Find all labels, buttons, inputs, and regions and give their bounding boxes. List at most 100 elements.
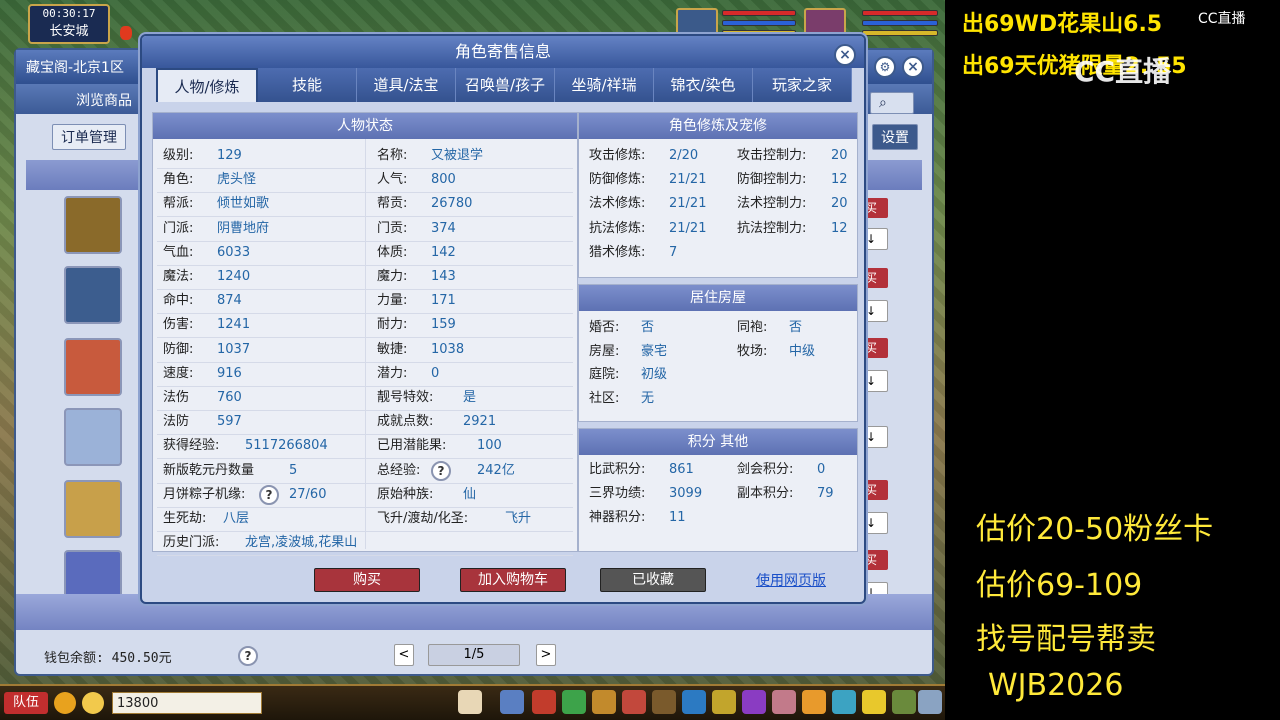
quest-icon[interactable] — [682, 690, 706, 714]
give-icon[interactable] — [562, 690, 586, 714]
item-thumb-5[interactable] — [64, 480, 122, 538]
add-to-cart-button[interactable]: 加入购物车 — [460, 568, 566, 592]
info-value: 26780 — [431, 196, 473, 212]
info-row: 攻击控制力: 20 — [737, 147, 848, 165]
info-key: 已用潜能果: — [377, 438, 447, 454]
info-value: 倾世如歌 — [217, 196, 270, 212]
dialog-close-icon[interactable]: × — [834, 44, 856, 66]
team-button[interactable]: 队伍 — [4, 692, 48, 714]
item-thumb-1[interactable] — [64, 196, 122, 254]
info-key: 抗法控制力: — [737, 220, 807, 236]
info-value: 21/21 — [669, 220, 707, 236]
map-icon[interactable] — [892, 690, 916, 714]
nav-browse[interactable]: 浏览商品 — [76, 93, 132, 109]
info-row: 气血: 6033 — [163, 244, 363, 262]
info-value: 中级 — [789, 343, 816, 359]
info-value: 飞升 — [505, 511, 532, 526]
info-value: 100 — [477, 438, 502, 454]
order-mgmt-button[interactable]: 订单管理 — [52, 124, 126, 150]
tab-home[interactable]: 玩家之家 — [753, 68, 852, 102]
overlay-note-3: 找号配号帮卖 — [976, 622, 1156, 657]
info-value: 27/60 — [289, 486, 327, 502]
help-icon[interactable]: ? — [431, 460, 451, 481]
info-row: 伤害: 1241 — [163, 316, 363, 334]
shop-icon[interactable] — [802, 690, 826, 714]
shop-close-icon[interactable]: × — [902, 56, 924, 78]
smile-icon[interactable] — [862, 690, 886, 714]
pet-hp-bar — [722, 10, 796, 16]
info-key: 体质: — [377, 244, 408, 260]
status-box: 人物状态 级别: 129 角色: 虎头怪 帮派: 倾世如歌 门派: 阴曹地府 气血: 6033 魔法… — [152, 112, 578, 557]
trade-icon[interactable] — [592, 690, 616, 714]
attack-icon[interactable] — [500, 690, 524, 714]
shop-gear-icon[interactable]: ⚙ — [874, 56, 896, 78]
bag-icon[interactable] — [532, 690, 556, 714]
friends-icon[interactable] — [772, 690, 796, 714]
settings-icon[interactable] — [918, 690, 942, 714]
info-key: 牧场: — [737, 343, 768, 359]
info-value: 374 — [431, 220, 456, 236]
info-key: 比武积分: — [589, 462, 646, 477]
info-value: 1038 — [431, 341, 465, 357]
info-value: 861 — [669, 462, 694, 477]
info-row: 角色: 虎头怪 — [163, 171, 363, 189]
info-value: 1037 — [217, 341, 251, 357]
info-key: 三界功绩: — [589, 486, 646, 501]
info-row: 猎术修炼: 7 — [589, 244, 677, 262]
tab-mounts[interactable]: 坐骑/祥瑞 — [555, 68, 654, 102]
info-value: 阴曹地府 — [217, 220, 270, 236]
chat-icon[interactable] — [82, 692, 104, 714]
search-icon[interactable]: ⌕ — [870, 92, 914, 114]
tab-pets[interactable]: 召唤兽/孩子 — [456, 68, 555, 102]
player-mp-bar — [862, 20, 938, 26]
web-version-link[interactable]: 使用网页版 — [756, 570, 826, 590]
help-icon[interactable]: ? — [259, 484, 279, 505]
info-row: 命中: 874 — [163, 292, 363, 310]
info-value: 又被退学 — [431, 148, 484, 163]
info-key: 防御修炼: — [589, 172, 646, 188]
skill-icon[interactable] — [652, 690, 676, 714]
gang-icon[interactable] — [712, 690, 736, 714]
tab-skills[interactable]: 技能 — [258, 68, 357, 102]
cultivation-box: 角色修炼及宠修 攻击修炼: 2/20 攻击控制力: 20 防御修炼: 21/21 防御控制力… — [578, 112, 858, 278]
collected-button[interactable]: 已收藏 — [600, 568, 706, 592]
item-thumb-4[interactable] — [64, 408, 122, 466]
game-viewport: 00:30:17 长安城 藏宝阁-北京1区 × ⚙ 浏览商品 订单管理 设置 ⌕… — [0, 0, 945, 720]
info-value: 1240 — [217, 269, 251, 284]
info-row: 抗法控制力: 12 — [737, 220, 848, 238]
info-value: 否 — [789, 320, 803, 335]
info-value: 760 — [217, 390, 242, 405]
pet-icon[interactable] — [458, 690, 482, 714]
system-icon[interactable] — [742, 690, 766, 714]
info-value: 597 — [217, 414, 242, 430]
info-row: 级别: 129 — [163, 147, 363, 165]
info-key: 新版乾元丹数量 — [163, 462, 255, 478]
team-icon[interactable] — [622, 690, 646, 714]
tab-outfits[interactable]: 锦衣/染色 — [654, 68, 753, 102]
prev-page-button[interactable]: < — [394, 644, 414, 666]
item-thumb-3[interactable] — [64, 338, 122, 396]
info-key: 耐力: — [377, 317, 408, 333]
shop-footer: 钱包余额: 450.50元 ? < 1/5 > — [16, 594, 932, 674]
tab-items[interactable]: 道具/法宝 — [357, 68, 456, 102]
mic-icon[interactable] — [54, 692, 76, 714]
buy-button[interactable]: 购买 — [314, 568, 420, 592]
tab-character[interactable]: 人物/修炼 — [156, 68, 258, 102]
player-hp-bar — [862, 10, 938, 16]
info-row: 力量: 171 — [377, 292, 567, 310]
info-value: 八层 — [223, 511, 250, 526]
info-row: 月饼粽子机缘: 27/60? — [163, 484, 363, 505]
info-row: 获得经验: 5117266804 — [163, 437, 363, 455]
info-value: 800 — [431, 172, 456, 188]
activity-icon[interactable] — [832, 690, 856, 714]
info-row: 婚否: 否 — [589, 319, 654, 337]
settings-button[interactable]: 设置 — [872, 124, 918, 150]
info-value: 874 — [217, 293, 242, 309]
overlay-note-2: 估价69-109 — [976, 568, 1143, 603]
info-key: 总经验: — [377, 462, 421, 478]
next-page-button[interactable]: > — [536, 644, 556, 666]
info-key: 法防 — [163, 414, 190, 430]
item-thumb-2[interactable] — [64, 266, 122, 324]
info-key: 抗法修炼: — [589, 220, 646, 236]
wallet-help-icon[interactable]: ? — [238, 646, 258, 666]
